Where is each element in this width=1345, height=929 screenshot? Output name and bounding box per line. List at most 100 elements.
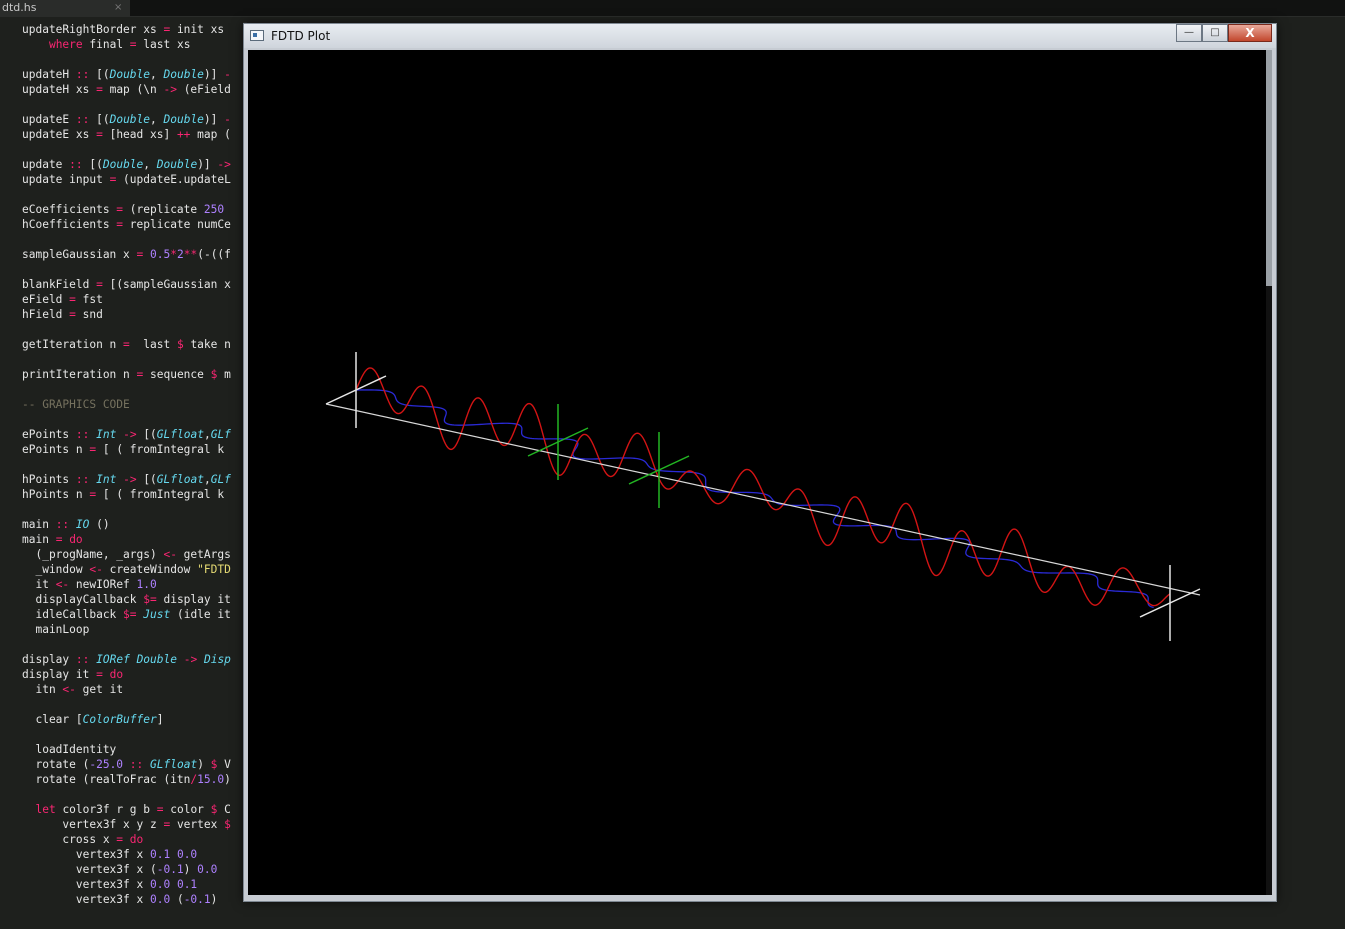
code-token: 0.1 [176, 878, 198, 891]
code-token: <- [62, 683, 76, 696]
window-titlebar[interactable]: FDTD Plot — □ X [244, 24, 1276, 48]
code-line: mainLoop [22, 622, 244, 637]
code-area[interactable]: updateRightBorder xs = init xs where fin… [22, 22, 244, 922]
code-token: C [217, 803, 231, 816]
code-line: loadIdentity [22, 742, 244, 757]
code-token: color [163, 803, 211, 816]
code-token: <- [89, 563, 103, 576]
tab-fdtd-hs[interactable]: dtd.hs × [0, 0, 130, 16]
code-line: update :: [(Double, Double)] -> [22, 157, 244, 172]
code-token: replicate numCe [123, 218, 231, 231]
code-token: vertex3f x ( [22, 863, 157, 876]
code-token: updateE xs [22, 128, 97, 141]
code-token: updateH xs [22, 83, 97, 96]
code-token: sampleGaussian x [22, 248, 137, 261]
code-token: [( [82, 158, 103, 171]
code-token: (-((f [197, 248, 231, 261]
code-token: , [150, 68, 164, 81]
code-token: IO [75, 518, 90, 531]
code-token: do [129, 833, 144, 846]
code-token: (_progName, _args) [22, 548, 164, 561]
code-token: GLf [210, 428, 231, 441]
code-token: Int [96, 473, 117, 486]
code-token: -0.1 [156, 863, 184, 876]
minimize-button[interactable]: — [1176, 24, 1202, 42]
code-token: updateRightBorder xs [22, 23, 164, 36]
e-field-wave [355, 367, 1171, 607]
code-token: hCoefficients [22, 218, 117, 231]
code-token: color3f r g b [55, 803, 157, 816]
code-line: updateRightBorder xs = init xs [22, 22, 244, 37]
code-token: 1.0 [136, 578, 157, 591]
scrollbar-thumb[interactable] [1266, 50, 1272, 286]
code-line: updateH :: [(Double, Double)] - [22, 67, 244, 82]
close-button[interactable]: X [1228, 24, 1272, 42]
code-token: map (\n [102, 83, 164, 96]
code-token: rotate ( [22, 758, 90, 771]
code-token: Double [136, 653, 177, 666]
code-token: rotate (realToFrac (itn [22, 773, 191, 786]
code-line: printIteration n = sequence $ m [22, 367, 244, 382]
code-line: rotate (realToFrac (itn/15.0) [22, 772, 244, 787]
code-token: - [224, 113, 231, 126]
code-token: (updateE.updateL [116, 173, 231, 186]
code-line: updateE :: [(Double, Double)] - [22, 112, 244, 127]
code-line: rotate (-25.0 :: GLfloat) $ V [22, 757, 244, 772]
code-token: -> [123, 473, 137, 486]
code-line: updateE xs = [head xs] ++ map ( [22, 127, 244, 142]
code-token: = [96, 278, 103, 291]
code-token: take n [183, 338, 231, 351]
fdtd-plot-window[interactable]: FDTD Plot — □ X [243, 23, 1277, 902]
code-line: update input = (updateE.updateL [22, 172, 244, 187]
code-token: newIORef [69, 578, 137, 591]
code-token: "FDTD [197, 563, 231, 576]
code-token: -- GRAPHICS CODE [22, 398, 130, 411]
code-token: mainLoop [22, 623, 90, 636]
code-token: main [22, 533, 56, 546]
code-line: _window <- createWindow "FDTD [22, 562, 244, 577]
code-line: let color3f r g b = color $ C [22, 802, 244, 817]
code-token: Disp [203, 653, 231, 666]
code-line: vertex3f x 0.0 (-0.1) [22, 892, 244, 907]
maximize-button[interactable]: □ [1202, 24, 1228, 42]
code-token: = [156, 803, 164, 816]
code-token: GLf [210, 473, 231, 486]
tab-close-icon[interactable]: × [114, 0, 122, 16]
code-line: hPoints :: Int -> [(GLfloat,GLf [22, 472, 244, 487]
code-token: main [22, 518, 56, 531]
code-line: vertex3f x 0.1 0.0 [22, 847, 244, 862]
code-token: , [203, 473, 211, 486]
code-token: let [35, 803, 56, 816]
code-token: display [22, 653, 76, 666]
scrollbar[interactable] [1266, 50, 1272, 895]
code-line: hField = snd [22, 307, 244, 322]
code-token: = [69, 308, 76, 321]
fdtd-plot [325, 352, 1201, 641]
code-token: eCoefficients [22, 203, 117, 216]
code-token: ) [224, 773, 231, 786]
opengl-canvas[interactable] [248, 50, 1272, 895]
code-token: )] [203, 68, 225, 81]
code-token: ** [183, 248, 198, 261]
code-line: it <- newIORef 1.0 [22, 577, 244, 592]
code-token: -> [183, 653, 198, 666]
code-token: <- [55, 578, 70, 591]
code-token: = [129, 38, 137, 51]
code-token: displayCallback [22, 593, 144, 606]
code-token: = [96, 83, 103, 96]
code-token: , [203, 428, 211, 441]
